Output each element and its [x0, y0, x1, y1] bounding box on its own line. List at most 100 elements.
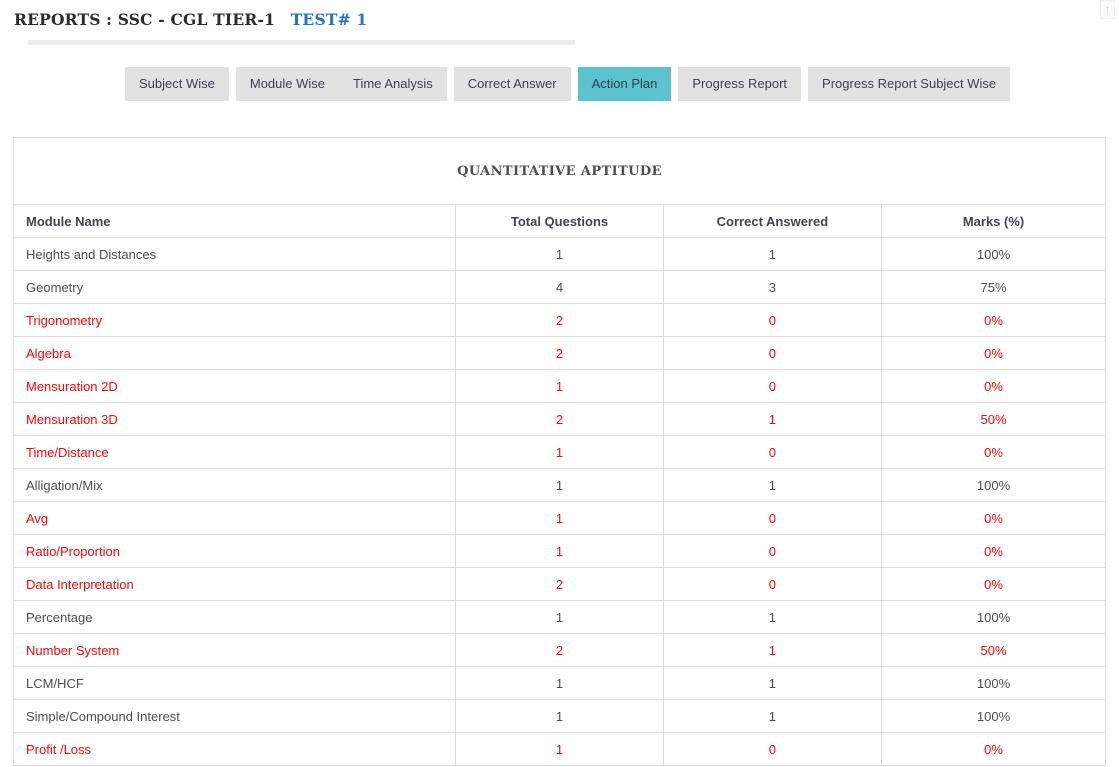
marks-cell: 100% — [882, 667, 1106, 700]
report-tabs: Subject WiseModule WiseTime AnalysisCorr… — [125, 67, 1119, 101]
correct-answered-cell: 0 — [663, 337, 881, 370]
section-title: QUANTITATIVE APTITUDE — [14, 138, 1106, 205]
total-questions-cell: 1 — [456, 667, 663, 700]
marks-cell: 0% — [882, 733, 1106, 766]
module-name-cell: Mensuration 2D — [14, 370, 456, 403]
table-row: Data Interpretation 2 0 0% — [14, 568, 1106, 601]
total-questions-cell: 2 — [456, 337, 663, 370]
title-underline — [28, 40, 575, 45]
table-row: Mensuration 2D 1 0 0% — [14, 370, 1106, 403]
module-name-cell: Avg — [14, 502, 456, 535]
module-name-cell: Alligation/Mix — [14, 469, 456, 502]
report-tab[interactable]: Action Plan — [578, 67, 672, 101]
table-row: Algebra 2 0 0% — [14, 337, 1106, 370]
correct-answered-cell: 0 — [663, 568, 881, 601]
table-row: Geometry 4 3 75% — [14, 271, 1106, 304]
correct-answered-cell: 1 — [663, 469, 881, 502]
column-header-total-questions: Total Questions — [456, 205, 663, 238]
total-questions-cell: 1 — [456, 700, 663, 733]
report-tab[interactable]: Progress Report Subject Wise — [808, 67, 1010, 101]
marks-cell: 0% — [882, 304, 1106, 337]
module-name-cell: Simple/Compound Interest — [14, 700, 456, 733]
column-header-module-name: Module Name — [14, 205, 456, 238]
table-row: Time/Distance 1 0 0% — [14, 436, 1106, 469]
total-questions-cell: 4 — [456, 271, 663, 304]
report-tab[interactable]: Correct Answer — [454, 67, 571, 101]
report-tab[interactable]: Time Analysis — [339, 67, 447, 101]
total-questions-cell: 1 — [456, 370, 663, 403]
table-row: Number System 2 1 50% — [14, 634, 1106, 667]
marks-cell: 100% — [882, 700, 1106, 733]
total-questions-cell: 1 — [456, 601, 663, 634]
scroll-top-arrow-icon: ↑ — [1105, 4, 1110, 15]
page-header: REPORTS : SSC - CGL TIER-1 TEST# 1 — [0, 0, 1119, 45]
module-name-cell: Number System — [14, 634, 456, 667]
table-row: Trigonometry 2 0 0% — [14, 304, 1106, 337]
total-questions-cell: 1 — [456, 733, 663, 766]
total-questions-cell: 2 — [456, 634, 663, 667]
correct-answered-cell: 1 — [663, 601, 881, 634]
table-row: Ratio/Proportion 1 0 0% — [14, 535, 1106, 568]
scroll-top-button[interactable]: ↑ — [1100, 0, 1115, 19]
marks-cell: 75% — [882, 271, 1106, 304]
marks-cell: 100% — [882, 238, 1106, 271]
correct-answered-cell: 1 — [663, 667, 881, 700]
table-row: Percentage 1 1 100% — [14, 601, 1106, 634]
module-name-cell: Heights and Distances — [14, 238, 456, 271]
marks-cell: 100% — [882, 469, 1106, 502]
total-questions-cell: 2 — [456, 304, 663, 337]
page-title-text: REPORTS : SSC - CGL TIER-1 — [14, 10, 275, 29]
correct-answered-cell: 0 — [663, 733, 881, 766]
marks-cell: 0% — [882, 502, 1106, 535]
marks-cell: 100% — [882, 601, 1106, 634]
correct-answered-cell: 0 — [663, 436, 881, 469]
total-questions-cell: 2 — [456, 403, 663, 436]
correct-answered-cell: 1 — [663, 238, 881, 271]
marks-cell: 0% — [882, 370, 1106, 403]
correct-answered-cell: 1 — [663, 403, 881, 436]
report-tab[interactable]: Progress Report — [678, 67, 801, 101]
marks-cell: 0% — [882, 436, 1106, 469]
table-row: Alligation/Mix 1 1 100% — [14, 469, 1106, 502]
total-questions-cell: 1 — [456, 502, 663, 535]
table-row: Mensuration 3D 2 1 50% — [14, 403, 1106, 436]
marks-cell: 0% — [882, 535, 1106, 568]
marks-cell: 0% — [882, 337, 1106, 370]
table-body: Heights and Distances 1 1 100% Geometry … — [14, 238, 1106, 766]
table-row: Avg 1 0 0% — [14, 502, 1106, 535]
correct-answered-cell: 3 — [663, 271, 881, 304]
total-questions-cell: 1 — [456, 436, 663, 469]
module-name-cell: Algebra — [14, 337, 456, 370]
correct-answered-cell: 0 — [663, 370, 881, 403]
module-name-cell: Geometry — [14, 271, 456, 304]
module-name-cell: Mensuration 3D — [14, 403, 456, 436]
marks-cell: 50% — [882, 403, 1106, 436]
table-row: LCM/HCF 1 1 100% — [14, 667, 1106, 700]
total-questions-cell: 1 — [456, 535, 663, 568]
table-row: Heights and Distances 1 1 100% — [14, 238, 1106, 271]
correct-answered-cell: 0 — [663, 304, 881, 337]
marks-cell: 50% — [882, 634, 1106, 667]
module-name-cell: Percentage — [14, 601, 456, 634]
table-row: Simple/Compound Interest 1 1 100% — [14, 700, 1106, 733]
correct-answered-cell: 0 — [663, 535, 881, 568]
section-title-row: QUANTITATIVE APTITUDE — [14, 138, 1106, 205]
action-plan-table: QUANTITATIVE APTITUDE Module Name Total … — [13, 137, 1106, 766]
table-row: Profit /Loss 1 0 0% — [14, 733, 1106, 766]
marks-cell: 0% — [882, 568, 1106, 601]
total-questions-cell: 1 — [456, 469, 663, 502]
table-header-row: Module Name Total Questions Correct Answ… — [14, 205, 1106, 238]
module-name-cell: Trigonometry — [14, 304, 456, 337]
correct-answered-cell: 0 — [663, 502, 881, 535]
test-number-link[interactable]: TEST# 1 — [291, 10, 368, 29]
total-questions-cell: 1 — [456, 238, 663, 271]
report-tab[interactable]: Module Wise — [236, 67, 339, 101]
page-title: REPORTS : SSC - CGL TIER-1 TEST# 1 — [14, 10, 1119, 29]
report-tab[interactable]: Subject Wise — [125, 67, 229, 101]
total-questions-cell: 2 — [456, 568, 663, 601]
module-name-cell: Profit /Loss — [14, 733, 456, 766]
module-name-cell: LCM/HCF — [14, 667, 456, 700]
module-name-cell: Ratio/Proportion — [14, 535, 456, 568]
correct-answered-cell: 1 — [663, 634, 881, 667]
module-name-cell: Data Interpretation — [14, 568, 456, 601]
